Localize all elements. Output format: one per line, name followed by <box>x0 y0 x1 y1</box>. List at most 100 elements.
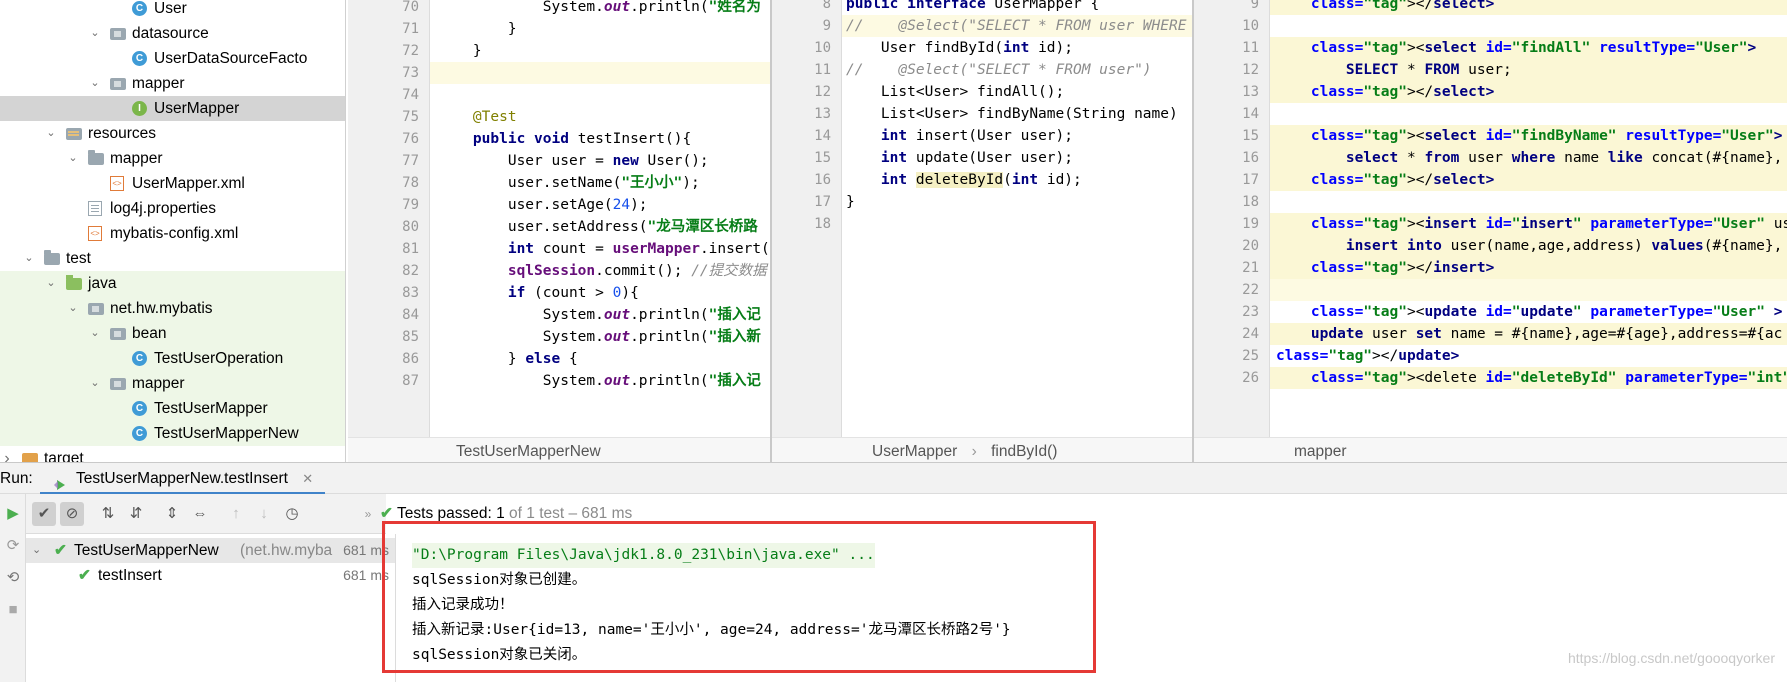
code-line[interactable] <box>1270 103 1787 125</box>
code-line[interactable] <box>430 84 770 106</box>
chevron-down-icon[interactable]: ⌄ <box>88 321 102 346</box>
code-line[interactable]: List<User> findByName(String name) <box>842 103 1192 125</box>
code-line[interactable]: // @Select("SELECT * FROM user WHERE <box>842 15 1192 37</box>
breadcrumb-class[interactable]: TestUserMapperNew <box>456 443 601 460</box>
stop-icon[interactable]: ■ <box>3 600 23 620</box>
mapper-interface-editor[interactable]: 8 9 10 11 12 13 14 15 16 17 18 public interface Us… <box>772 0 1192 437</box>
tree-item[interactable]: ⌄ mapper <box>0 146 345 171</box>
tree-item[interactable]: C UserDataSourceFacto <box>0 46 345 71</box>
code-line[interactable]: System.out.println("姓名为 <box>430 0 770 18</box>
code-line[interactable]: class="tag"><select id="findByName" resu… <box>1270 125 1787 147</box>
tree-item[interactable]: C TestUserMapperNew <box>0 421 345 446</box>
editor-breadcrumb[interactable]: mapper <box>1194 437 1787 465</box>
tree-item[interactable]: ⌄ bean <box>0 321 345 346</box>
tree-item[interactable]: ⌄ test <box>0 246 345 271</box>
tree-item[interactable]: C User <box>0 0 345 21</box>
expand-all-icon[interactable]: ⇕ <box>160 502 184 526</box>
editor-breadcrumb[interactable]: TestUserMapperNew <box>348 437 770 465</box>
code-line[interactable]: class="tag"><select id="findAll" resultT… <box>1270 37 1787 59</box>
chevron-down-icon[interactable]: ⌄ <box>22 246 36 271</box>
code-line[interactable]: } <box>430 40 770 62</box>
code-line[interactable]: if (count > 0){ <box>430 282 770 304</box>
chevron-down-icon[interactable]: ⌄ <box>66 146 80 171</box>
code-line[interactable]: class="tag"><update id="update" paramete… <box>1270 301 1787 323</box>
test-results-tree[interactable]: ⌄ ✔ TestUserMapperNew (net.hw.myba 681 m… <box>26 534 396 682</box>
code-line[interactable]: class="tag"></select> <box>1270 81 1787 103</box>
show-passed-icon[interactable]: ✔ <box>32 502 56 526</box>
code-area[interactable]: public interface UserMapper {// @Select(… <box>842 0 1192 437</box>
code-line[interactable]: System.out.println("插入记 <box>430 304 770 326</box>
editor-breadcrumb[interactable]: UserMapper › findById() <box>772 437 1192 465</box>
tree-item[interactable]: › target <box>0 446 345 462</box>
code-line[interactable]: select * from user where name like conca… <box>1270 147 1787 169</box>
code-line[interactable]: class="tag"></update> <box>1270 345 1787 367</box>
more-actions-icon[interactable]: » <box>356 502 380 526</box>
tree-item[interactable]: ⌄ java <box>0 271 345 296</box>
close-tab-icon[interactable]: ✕ <box>302 471 313 486</box>
mapper-xml-editor[interactable]: 9 10 11 12 13 14 15 16 17 18 19 20 21 22 23 24 25 26 clas… <box>1194 0 1787 437</box>
code-line[interactable]: sqlSession.commit(); //提交数据 <box>430 260 770 282</box>
code-line[interactable]: insert into user(name,age,address) value… <box>1270 235 1787 257</box>
tree-item[interactable]: log4j.properties <box>0 196 345 221</box>
test-class-editor[interactable]: 70 71 72 73 74 75 76 77 78 79 80 81 82 83 84 85 86 87 Sys… <box>348 0 770 437</box>
collapse-all-icon[interactable]: ⇔ <box>188 502 212 526</box>
code-line[interactable]: class="tag"></insert> <box>1270 257 1787 279</box>
chevron-right-icon[interactable]: › <box>0 446 14 462</box>
code-line[interactable]: user.setAddress("龙马潭区长桥路 <box>430 216 770 238</box>
code-line[interactable]: public interface UserMapper { <box>842 0 1192 15</box>
code-line[interactable]: int deleteById(int id); <box>842 169 1192 191</box>
code-line[interactable] <box>842 213 1192 235</box>
code-line[interactable] <box>1270 15 1787 37</box>
code-line[interactable]: user.setName("王小小"); <box>430 172 770 194</box>
tree-item[interactable]: C TestUserOperation <box>0 346 345 371</box>
code-line[interactable]: } <box>430 18 770 40</box>
code-line[interactable]: class="tag"></select> <box>1270 0 1787 15</box>
chevron-down-icon[interactable]: ⌄ <box>44 271 58 296</box>
run-tab-testinsert[interactable]: TestUserMapperNew.testInsert ✕ <box>40 463 326 495</box>
code-line[interactable]: update user set name = #{name},age=#{age… <box>1270 323 1787 345</box>
show-ignored-icon[interactable]: ⊘ <box>60 502 84 526</box>
code-line[interactable]: User user = new User(); <box>430 150 770 172</box>
code-line[interactable] <box>430 62 770 84</box>
tree-item[interactable]: ⌄ resources <box>0 121 345 146</box>
code-line[interactable]: class="tag"><delete id="deleteById" para… <box>1270 367 1787 389</box>
sort-by-duration-icon[interactable]: ⇵ <box>124 502 148 526</box>
chevron-down-icon[interactable]: ⌄ <box>88 371 102 396</box>
code-line[interactable]: List<User> findAll(); <box>842 81 1192 103</box>
code-line[interactable]: @Test <box>430 106 770 128</box>
code-line[interactable]: } else { <box>430 348 770 370</box>
chevron-down-icon[interactable]: ⌄ <box>32 538 41 563</box>
tree-item[interactable]: I UserMapper <box>0 96 345 121</box>
test-case-row[interactable]: ✔ testInsert 681 ms <box>26 563 395 588</box>
code-line[interactable]: } <box>842 191 1192 213</box>
code-line[interactable]: System.out.println("插入新 <box>430 326 770 348</box>
next-failed-icon[interactable]: ↓ <box>252 502 276 526</box>
chevron-down-icon[interactable]: ⌄ <box>44 121 58 146</box>
chevron-down-icon[interactable]: ⌄ <box>88 21 102 46</box>
code-line[interactable]: int insert(User user); <box>842 125 1192 147</box>
code-line[interactable]: public void testInsert(){ <box>430 128 770 150</box>
chevron-down-icon[interactable]: ⌄ <box>66 296 80 321</box>
code-line[interactable]: int update(User user); <box>842 147 1192 169</box>
project-tree[interactable]: C User ⌄ datasource C UserDataSourceFacto ⌄ map… <box>0 0 346 462</box>
toggle-auto-test-icon[interactable]: ⟲ <box>3 568 23 588</box>
code-line[interactable]: class="tag"><insert id="insert" paramete… <box>1270 213 1787 235</box>
tree-item[interactable]: ⌄ mapper <box>0 71 345 96</box>
code-line[interactable] <box>1270 191 1787 213</box>
rerun-icon[interactable]: ▶ <box>3 504 23 524</box>
breadcrumb-method[interactable]: findById() <box>991 443 1057 460</box>
code-line[interactable]: SELECT * FROM user; <box>1270 59 1787 81</box>
test-history-icon[interactable]: ◷ <box>280 502 304 526</box>
breadcrumb-xml-root[interactable]: mapper <box>1294 443 1347 460</box>
rerun-failed-icon[interactable]: ⟳ <box>3 536 23 556</box>
code-line[interactable]: System.out.println("插入记 <box>430 370 770 392</box>
code-line[interactable]: class="tag"></select> <box>1270 169 1787 191</box>
code-line[interactable] <box>1270 279 1787 301</box>
tree-item[interactable]: ⌄ mapper <box>0 371 345 396</box>
tree-item[interactable]: ⌄ datasource <box>0 21 345 46</box>
code-line[interactable]: // @Select("SELECT * FROM user") <box>842 59 1192 81</box>
code-area[interactable]: class="tag"></select> class="tag"><selec… <box>1270 0 1787 437</box>
code-line[interactable]: User findById(int id); <box>842 37 1192 59</box>
breadcrumb-interface[interactable]: UserMapper <box>872 443 957 460</box>
code-area[interactable]: System.out.println("姓名为 } } @Test public… <box>430 0 770 437</box>
